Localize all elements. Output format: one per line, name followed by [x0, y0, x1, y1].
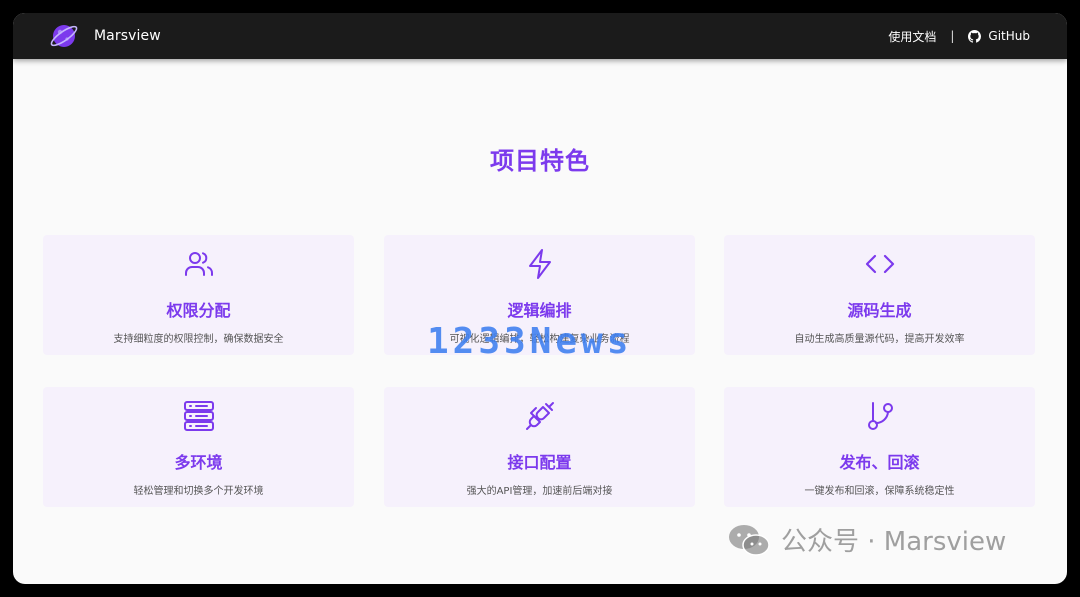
nav-separator: |	[950, 29, 955, 43]
feature-desc: 一键发布和回滚，保障系统稳定性	[804, 486, 955, 497]
app-window: Marsview 使用文档 | GitHub 项目特色 权限分配 支持细粒度的权…	[13, 13, 1067, 584]
feature-card-permissions: 权限分配 支持细粒度的权限控制，确保数据安全	[43, 235, 354, 355]
brand[interactable]: Marsview	[49, 21, 161, 51]
feature-title: 权限分配	[166, 301, 231, 320]
docs-link[interactable]: 使用文档	[888, 28, 936, 45]
feature-title: 源码生成	[847, 301, 912, 320]
brand-name: Marsview	[94, 28, 161, 44]
plug-icon	[523, 399, 557, 433]
section-title: 项目特色	[490, 147, 590, 175]
feature-title: 逻辑编排	[507, 301, 572, 320]
navbar: Marsview 使用文档 | GitHub	[13, 13, 1067, 59]
feature-card-environments: 多环境 轻松管理和切换多个开发环境	[43, 387, 354, 507]
feature-card-api: 接口配置 强大的API管理，加速前后端对接	[384, 387, 695, 507]
code-icon	[863, 247, 897, 281]
feature-desc: 强大的API管理，加速前后端对接	[466, 486, 613, 497]
feature-card-logic: 逻辑编排 可视化逻辑编排，轻松构建复杂业务流程	[384, 235, 695, 355]
lightning-icon	[523, 247, 557, 281]
nav-links: 使用文档 | GitHub	[888, 28, 1030, 45]
github-link[interactable]: GitHub	[968, 29, 1030, 43]
server-icon	[182, 399, 216, 433]
feature-desc: 可视化逻辑编排，轻松构建复杂业务流程	[449, 334, 630, 345]
github-icon	[968, 29, 982, 43]
feature-card-release: 发布、回滚 一键发布和回滚，保障系统稳定性	[724, 387, 1035, 507]
feature-desc: 自动生成高质量源代码，提高开发效率	[794, 334, 965, 345]
features-section: 项目特色 权限分配 支持细粒度的权限控制，确保数据安全 逻辑编排 可视化逻辑编排	[13, 59, 1067, 584]
feature-title: 接口配置	[507, 453, 572, 472]
feature-desc: 轻松管理和切换多个开发环境	[133, 486, 264, 497]
users-icon	[182, 247, 216, 281]
git-branch-icon	[863, 399, 897, 433]
feature-title: 多环境	[174, 453, 223, 472]
feature-desc: 支持细粒度的权限控制，确保数据安全	[113, 334, 284, 345]
feature-title: 发布、回滚	[839, 453, 920, 472]
feature-card-codegen: 源码生成 自动生成高质量源代码，提高开发效率	[724, 235, 1035, 355]
github-label: GitHub	[988, 29, 1030, 43]
planet-logo-icon	[50, 25, 78, 47]
